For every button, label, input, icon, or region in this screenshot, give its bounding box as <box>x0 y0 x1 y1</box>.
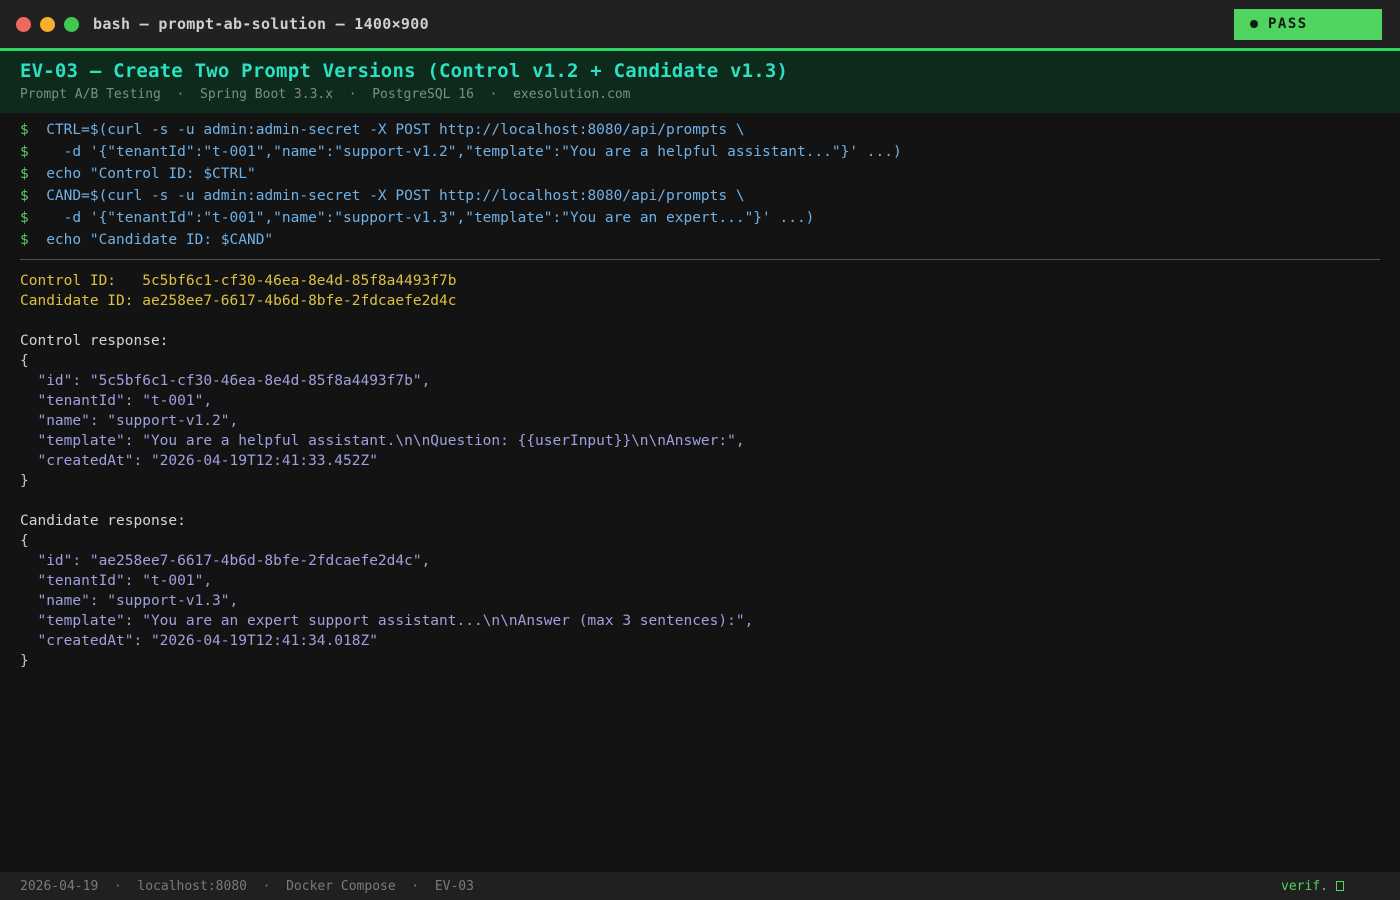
json-line: } <box>20 473 29 489</box>
shell-prompt: $ <box>20 232 29 248</box>
command-line: $ echo "Control ID: $CTRL" <box>20 163 1380 185</box>
scenario-header: EV-03 — Create Two Prompt Versions (Cont… <box>0 48 1400 113</box>
command-line: $ -d '{"tenantId":"t-001","name":"suppor… <box>20 141 1380 163</box>
traffic-lights <box>16 16 79 32</box>
command-line: $ -d '{"tenantId":"t-001","name":"suppor… <box>20 207 1380 229</box>
control-id-line: Control ID: 5c5bf6c1-cf30-46ea-8e4d-85f8… <box>20 273 457 289</box>
close-button[interactable] <box>16 16 31 32</box>
zoom-button[interactable] <box>64 16 79 32</box>
json-line: "name": "support-v1.2", <box>20 413 239 429</box>
terminal-body[interactable]: $ CTRL=$(curl -s -u admin:admin-secret -… <box>0 113 1400 872</box>
control-response-label: Control response: <box>20 333 169 349</box>
status-bar-verify: verif. <box>1281 879 1344 894</box>
json-line: "createdAt": "2026-04-19T12:41:34.018Z" <box>20 633 378 649</box>
window-title: bash — prompt-ab-solution — 1400×900 <box>93 15 429 33</box>
command-text: CTRL=$(curl -s -u admin:admin-secret -X … <box>28 122 745 138</box>
status-badge-label: PASS <box>1268 16 1308 32</box>
json-line: { <box>20 353 29 369</box>
control-response-block: Control response: { "id": "5c5bf6c1-cf30… <box>20 331 1380 491</box>
candidate-id-line: Candidate ID: ae258ee7-6617-4b6d-8bfe-2f… <box>20 293 457 309</box>
json-line: "createdAt": "2026-04-19T12:41:33.452Z" <box>20 453 378 469</box>
json-line: { <box>20 533 29 549</box>
command-text: -d '{"tenantId":"t-001","name":"support-… <box>28 144 902 160</box>
json-line: "id": "ae258ee7-6617-4b6d-8bfe-2fdcaefe2… <box>20 553 431 569</box>
json-line: "template": "You are a helpful assistant… <box>20 433 745 449</box>
json-line: "template": "You are an expert support a… <box>20 613 754 629</box>
terminal-window: bash — prompt-ab-solution — 1400×900 PAS… <box>0 0 1400 900</box>
shell-prompt: $ <box>20 122 29 138</box>
window-titlebar: bash — prompt-ab-solution — 1400×900 PAS… <box>0 0 1400 48</box>
shell-prompt: $ <box>20 144 29 160</box>
status-badge: PASS <box>1234 8 1382 40</box>
json-line: } <box>20 653 29 669</box>
output-separator <box>20 259 1380 260</box>
shell-prompt: $ <box>20 166 29 182</box>
status-bar: 2026-04-19 · localhost:8080 · Docker Com… <box>0 872 1400 900</box>
command-line: $ CAND=$(curl -s -u admin:admin-secret -… <box>20 185 1380 207</box>
scenario-subtitle: Prompt A/B Testing · Spring Boot 3.3.x ·… <box>20 87 631 102</box>
command-line: $ echo "Candidate ID: $CAND" <box>20 229 1380 251</box>
command-text: -d '{"tenantId":"t-001","name":"support-… <box>28 210 815 226</box>
json-line: "id": "5c5bf6c1-cf30-46ea-8e4d-85f8a4493… <box>20 373 431 389</box>
status-bar-info: 2026-04-19 · localhost:8080 · Docker Com… <box>20 878 474 894</box>
candidate-response-label: Candidate response: <box>20 513 186 529</box>
command-line: $ CTRL=$(curl -s -u admin:admin-secret -… <box>20 119 1380 141</box>
minimize-button[interactable] <box>40 16 55 32</box>
shell-prompt: $ <box>20 188 29 204</box>
scenario-title: EV-03 — Create Two Prompt Versions (Cont… <box>20 60 789 82</box>
shell-prompt: $ <box>20 210 29 226</box>
command-text: CAND=$(curl -s -u admin:admin-secret -X … <box>28 188 745 204</box>
command-text: echo "Candidate ID: $CAND" <box>28 232 274 248</box>
json-line: "tenantId": "t-001", <box>20 393 213 409</box>
verify-text: verif. <box>1281 878 1328 894</box>
json-line: "tenantId": "t-001", <box>20 573 213 589</box>
candidate-response-block: Candidate response: { "id": "ae258ee7-66… <box>20 511 1380 671</box>
terminal-cursor <box>1336 881 1344 891</box>
command-text: echo "Control ID: $CTRL" <box>28 166 256 182</box>
pass-dot-icon <box>1250 20 1258 28</box>
json-line: "name": "support-v1.3", <box>20 593 239 609</box>
